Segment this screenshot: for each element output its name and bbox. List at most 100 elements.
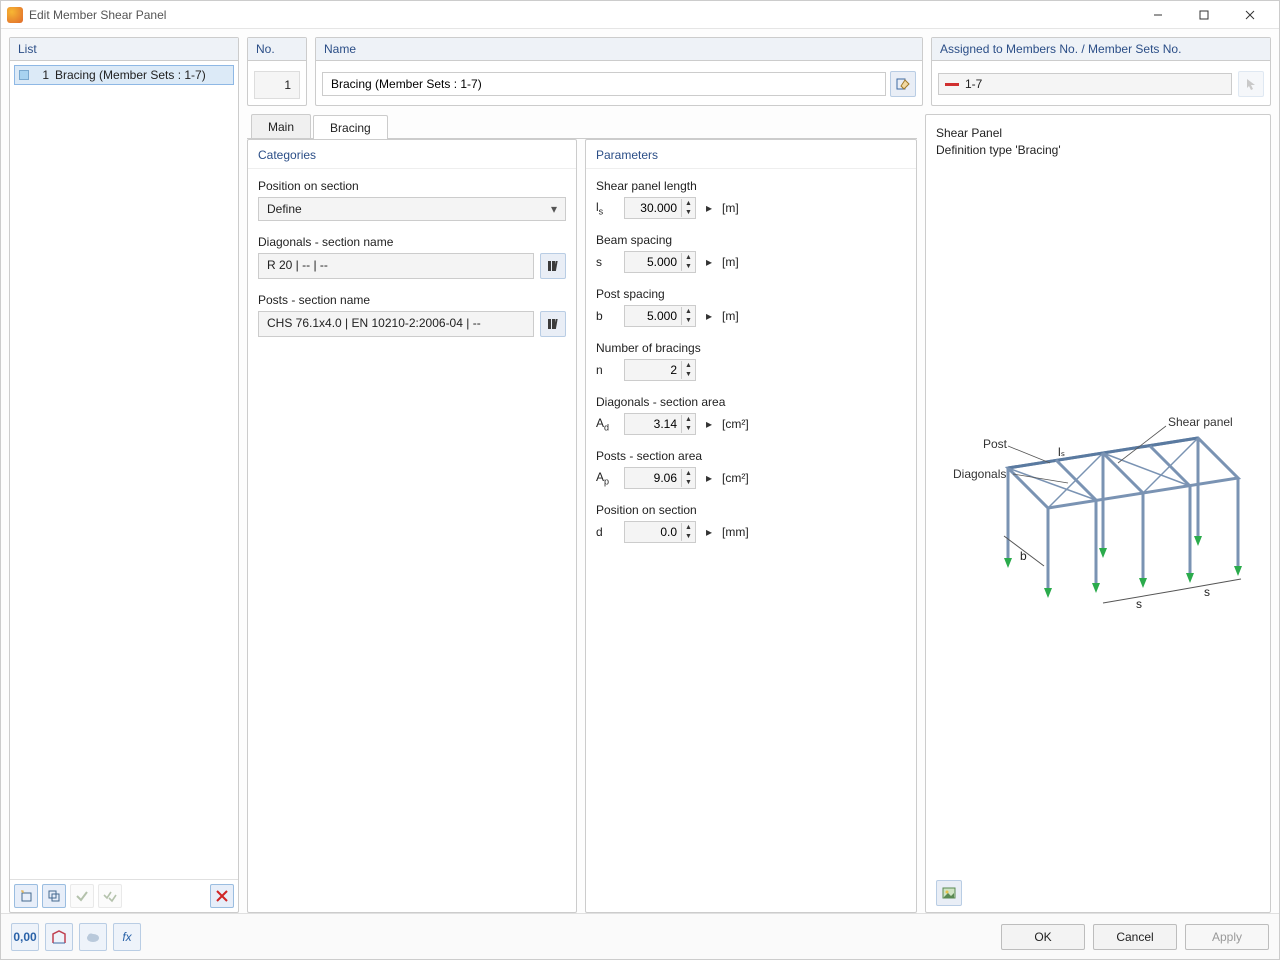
- checkall-button[interactable]: [98, 884, 122, 908]
- diagram-label-post: Post: [983, 437, 1008, 451]
- apply-button[interactable]: Apply: [1185, 924, 1269, 950]
- fx-button[interactable]: fx: [113, 923, 141, 951]
- param-input[interactable]: [625, 360, 681, 380]
- new-icon: [19, 889, 33, 903]
- param-input[interactable]: [625, 252, 681, 272]
- list-header: List: [10, 38, 238, 61]
- name-caption: Name: [316, 38, 922, 61]
- step-down-icon[interactable]: ▼: [681, 532, 695, 541]
- param-unit: [mm]: [722, 525, 749, 539]
- param-label: Diagonals - section area: [596, 395, 906, 409]
- pick-members-button[interactable]: [1238, 71, 1264, 97]
- name-field: Name: [315, 37, 923, 106]
- step-up-icon[interactable]: ▲: [681, 307, 695, 316]
- bracing-diagram: Shear panel Post Diagonals lₛ b s s: [948, 408, 1248, 628]
- param-group: Diagonals - section areaAd▲▼▸[cm²]: [596, 395, 906, 435]
- titlebar: Edit Member Shear Panel: [1, 1, 1279, 29]
- step-down-icon[interactable]: ▼: [681, 208, 695, 217]
- param-input[interactable]: [625, 522, 681, 542]
- param-stepper[interactable]: ▲▼: [624, 197, 696, 219]
- assigned-value-box[interactable]: 1-7: [938, 73, 1232, 95]
- diagram-label-s: s: [1136, 597, 1142, 611]
- check-multi-icon: [103, 889, 117, 903]
- param-input[interactable]: [625, 414, 681, 434]
- param-symbol: ls: [596, 200, 616, 216]
- param-input[interactable]: [625, 198, 681, 218]
- cancel-button[interactable]: Cancel: [1093, 924, 1177, 950]
- model-button[interactable]: [45, 923, 73, 951]
- step-down-icon[interactable]: ▼: [681, 262, 695, 271]
- tab-bracing[interactable]: Bracing: [313, 115, 388, 139]
- parameters-panel: Parameters Shear panel lengthls▲▼▸[m]Bea…: [585, 139, 917, 913]
- param-symbol: Ad: [596, 416, 616, 432]
- pencil-icon: [896, 77, 910, 91]
- ok-button[interactable]: OK: [1001, 924, 1085, 950]
- new-item-button[interactable]: [14, 884, 38, 908]
- assigned-value: 1-7: [965, 77, 982, 91]
- position-select[interactable]: Define ▾: [258, 197, 566, 221]
- param-stepper[interactable]: ▲▼: [624, 413, 696, 435]
- diagonals-library-button[interactable]: [540, 253, 566, 279]
- copy-item-button[interactable]: [42, 884, 66, 908]
- list-item[interactable]: 1 Bracing (Member Sets : 1-7): [14, 65, 234, 85]
- step-up-icon[interactable]: ▲: [681, 469, 695, 478]
- chevron-down-icon: ▾: [551, 202, 557, 216]
- step-up-icon[interactable]: ▲: [681, 199, 695, 208]
- diagram-label-shear: Shear panel: [1168, 415, 1233, 429]
- expand-icon[interactable]: ▸: [704, 201, 714, 215]
- check-button[interactable]: [70, 884, 94, 908]
- units-button[interactable]: 0,00: [11, 923, 39, 951]
- param-stepper[interactable]: ▲▼: [624, 467, 696, 489]
- cloud-icon: [85, 929, 101, 945]
- step-down-icon[interactable]: ▼: [681, 316, 695, 325]
- param-stepper[interactable]: ▲▼: [624, 305, 696, 327]
- step-up-icon[interactable]: ▲: [681, 253, 695, 262]
- step-up-icon[interactable]: ▲: [681, 361, 695, 370]
- assigned-field: Assigned to Members No. / Member Sets No…: [931, 37, 1271, 106]
- expand-icon[interactable]: ▸: [704, 525, 714, 539]
- frame-icon: [51, 929, 67, 945]
- step-down-icon[interactable]: ▼: [681, 370, 695, 379]
- load-button[interactable]: [79, 923, 107, 951]
- param-group: Beam spacings▲▼▸[m]: [596, 233, 906, 273]
- param-symbol: Ap: [596, 470, 616, 486]
- list-item-id: 1: [35, 68, 49, 82]
- diagonals-value[interactable]: R 20 | -- | --: [258, 253, 534, 279]
- param-stepper[interactable]: ▲▼: [624, 521, 696, 543]
- param-unit: [cm²]: [722, 471, 749, 485]
- maximize-button[interactable]: [1181, 1, 1227, 29]
- expand-icon[interactable]: ▸: [704, 255, 714, 269]
- expand-icon[interactable]: ▸: [704, 417, 714, 431]
- delete-button[interactable]: [210, 884, 234, 908]
- step-down-icon[interactable]: ▼: [681, 478, 695, 487]
- close-button[interactable]: [1227, 1, 1273, 29]
- diagram-label-ls: lₛ: [1058, 445, 1065, 459]
- window-title: Edit Member Shear Panel: [29, 8, 1135, 22]
- posts-library-button[interactable]: [540, 311, 566, 337]
- diagram-label-diag: Diagonals: [953, 467, 1006, 481]
- list-item-color-icon: [19, 70, 29, 80]
- step-up-icon[interactable]: ▲: [681, 523, 695, 532]
- step-up-icon[interactable]: ▲: [681, 415, 695, 424]
- param-input[interactable]: [625, 306, 681, 326]
- expand-icon[interactable]: ▸: [704, 471, 714, 485]
- step-down-icon[interactable]: ▼: [681, 424, 695, 433]
- info-subtitle: Definition type 'Bracing': [936, 142, 1260, 159]
- diagram-label-s2: s: [1204, 585, 1210, 599]
- check-icon: [75, 889, 89, 903]
- library-icon: [546, 317, 560, 331]
- edit-name-button[interactable]: [890, 71, 916, 97]
- posts-value[interactable]: CHS 76.1x4.0 | EN 10210-2:2006-04 | --: [258, 311, 534, 337]
- param-stepper[interactable]: ▲▼: [624, 251, 696, 273]
- minimize-button[interactable]: [1135, 1, 1181, 29]
- param-label: Posts - section area: [596, 449, 906, 463]
- categories-panel: Categories Position on section Define ▾: [247, 139, 577, 913]
- param-label: Number of bracings: [596, 341, 906, 355]
- param-stepper[interactable]: ▲▼: [624, 359, 696, 381]
- tabs: Main Bracing: [247, 114, 917, 139]
- expand-icon[interactable]: ▸: [704, 309, 714, 323]
- diagram-settings-button[interactable]: [936, 880, 962, 906]
- name-input[interactable]: [322, 72, 886, 96]
- tab-main[interactable]: Main: [251, 114, 311, 138]
- param-input[interactable]: [625, 468, 681, 488]
